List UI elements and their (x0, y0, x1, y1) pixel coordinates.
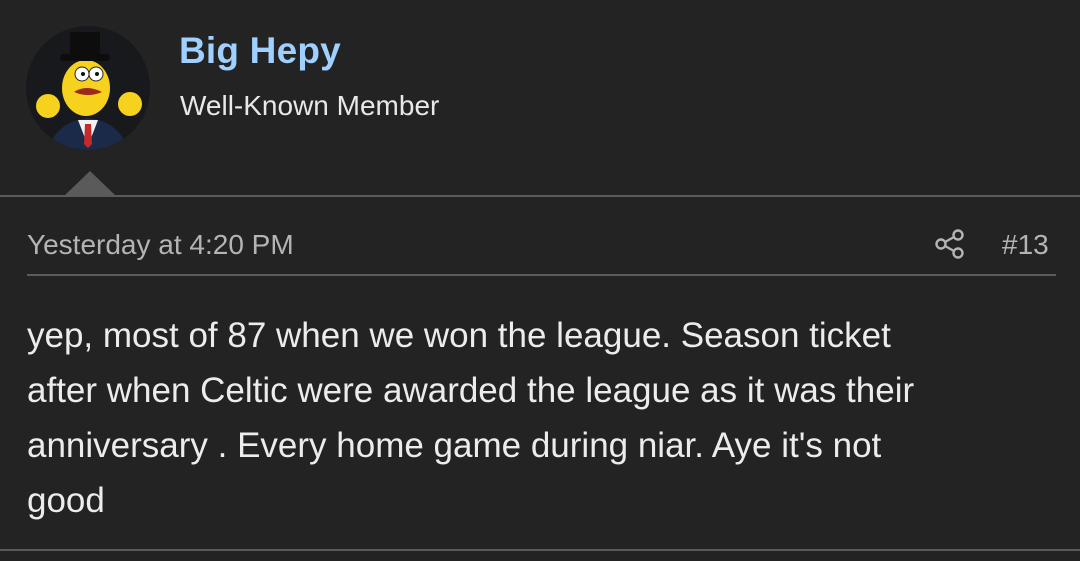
share-icon[interactable] (932, 226, 968, 262)
post-footer-divider (0, 549, 1080, 551)
user-pointer-caret (64, 171, 116, 196)
post-timestamp[interactable]: Yesterday at 4:20 PM (27, 229, 294, 261)
header-divider (0, 195, 1080, 197)
user-title: Well-Known Member (180, 90, 440, 121)
post-number-link[interactable]: #13 (1002, 229, 1049, 261)
user-avatar[interactable] (26, 26, 150, 150)
post-header-divider (27, 274, 1056, 276)
avatar-image (26, 26, 150, 150)
username-link[interactable]: Big Hepy (179, 30, 341, 72)
post-body: yep, most of 87 when we won the league. … (27, 316, 915, 520)
